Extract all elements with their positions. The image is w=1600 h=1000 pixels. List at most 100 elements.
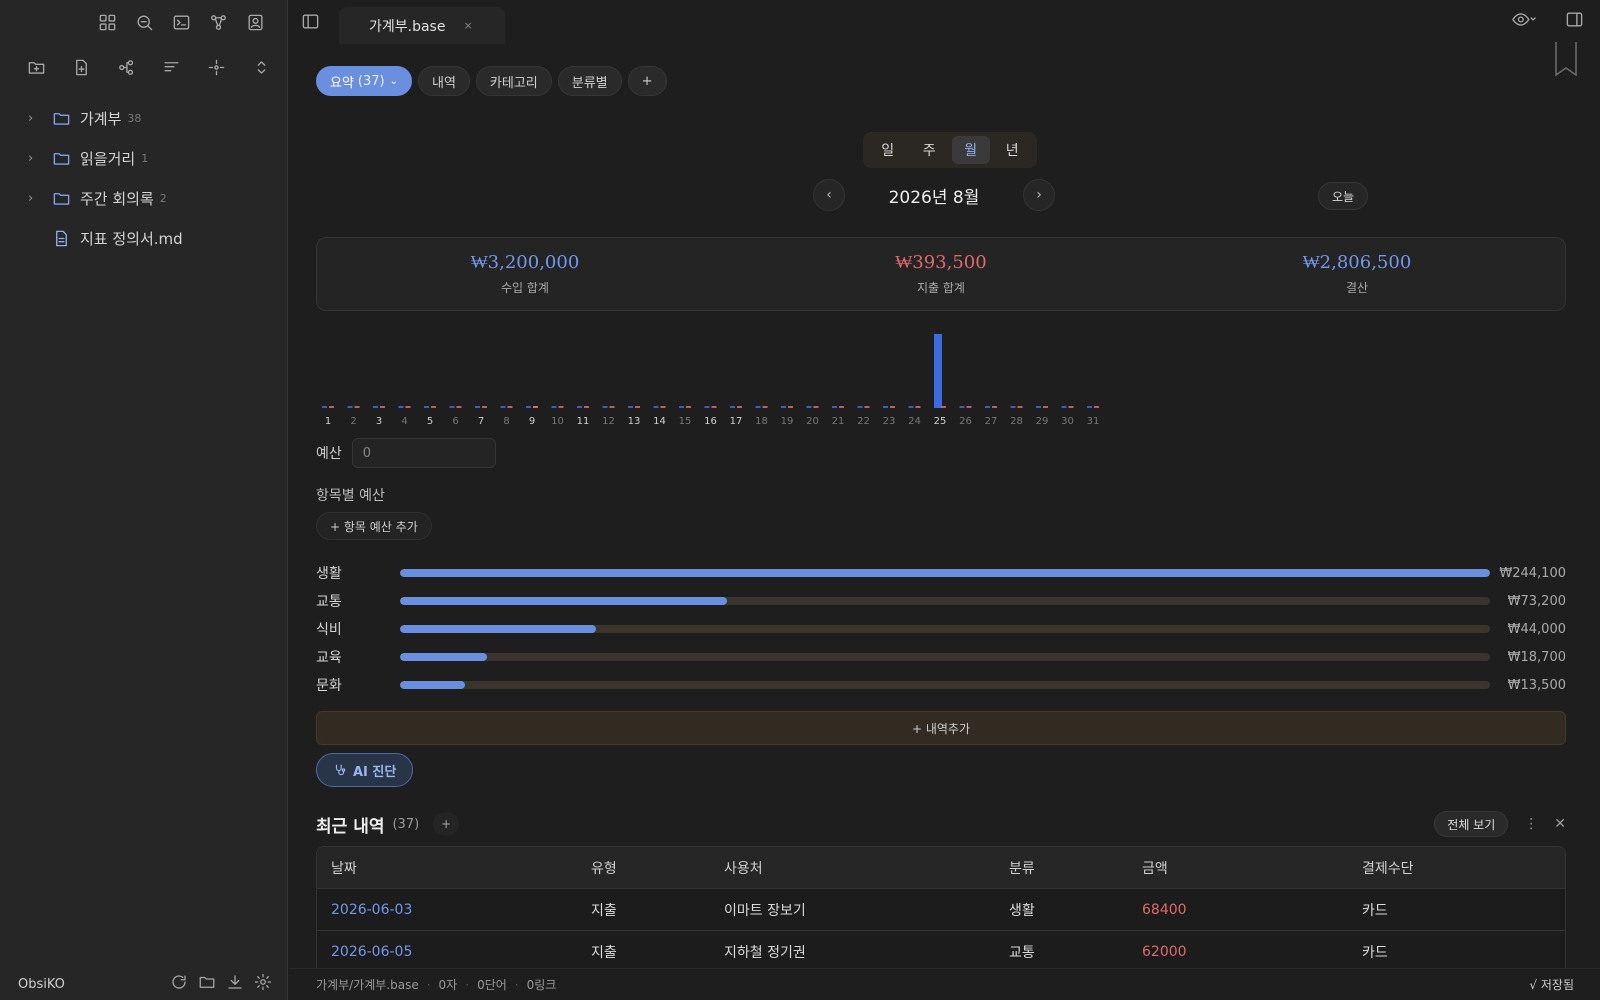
graph-icon[interactable] (206, 10, 230, 34)
category-budget-title: 항목별 예산 (316, 488, 385, 504)
view-tab-category[interactable]: 카테고리 (475, 66, 552, 96)
chevron-right-icon[interactable]: › (28, 151, 42, 166)
chart-bar (456, 406, 462, 408)
more-options-icon[interactable]: ⋮ (1524, 816, 1538, 832)
recent-add-button[interactable]: + (433, 812, 460, 836)
save-status: √ 저장됨 (1529, 978, 1574, 992)
chart-bar (839, 406, 844, 408)
chart-bar (424, 406, 429, 408)
chart-bar (475, 406, 480, 408)
search-zoom-icon[interactable] (132, 10, 156, 34)
ai-diagnosis-button[interactable]: AI 진단 (316, 753, 414, 787)
collapse-icon[interactable] (249, 55, 273, 79)
chart-tick-label: 12 (602, 416, 615, 427)
sort-icon[interactable] (159, 55, 183, 79)
add-category-budget-button[interactable]: + 항목 예산 추가 (316, 512, 432, 540)
tree-file-item[interactable]: 지표 정의서.md (0, 218, 287, 258)
period-day[interactable]: 일 (869, 136, 907, 164)
chevron-right-icon[interactable]: › (28, 191, 42, 206)
chart-tick-label: 27 (985, 416, 998, 427)
folder-icon[interactable] (198, 973, 216, 995)
right-sidebar-toggle-icon[interactable] (1565, 10, 1584, 33)
chart-bar (890, 406, 895, 408)
category-amount: ₩44,000 (1507, 621, 1566, 637)
cell-date[interactable]: 2026-06-05 (317, 944, 591, 960)
column-header[interactable]: 결제수단 (1362, 858, 1565, 878)
chart-bar (482, 406, 487, 408)
today-button[interactable]: 오늘 (1318, 182, 1369, 210)
table-row[interactable]: 2026-06-03 지출 이마트 장보기 생활 68400 카드 (317, 889, 1565, 931)
chart-tick-label: 31 (1087, 416, 1100, 427)
graph-nodes-icon[interactable] (114, 55, 138, 79)
chevron-right-icon[interactable]: › (28, 111, 42, 126)
next-month-button[interactable]: › (1023, 179, 1055, 211)
tab-active[interactable]: 가계부.base × (339, 7, 505, 44)
view-tab-classification[interactable]: 분류별 (557, 66, 622, 96)
sync-icon[interactable] (170, 973, 188, 995)
column-header[interactable]: 유형 (591, 858, 724, 878)
chart-tick-label: 16 (704, 416, 717, 427)
category-track (400, 681, 1490, 689)
view-tab-summary[interactable]: 요약 (37) ⌄ (316, 66, 412, 96)
category-track (400, 569, 1490, 577)
sidebar: › 가계부 38 › 읽을거리 1 › 주간 회의록 2 지표 정의서.md O… (0, 0, 288, 1000)
prev-month-button[interactable]: ‹ (813, 179, 845, 211)
chart-tick-label: 21 (832, 416, 845, 427)
new-folder-icon[interactable] (24, 55, 48, 79)
add-entry-button[interactable]: + 내역추가 (316, 711, 1566, 745)
chart-tick-label: 9 (529, 416, 535, 427)
cell-date[interactable]: 2026-06-03 (317, 902, 591, 918)
tab-close-icon[interactable]: × (463, 19, 472, 32)
column-header[interactable]: 날짜 (317, 858, 591, 878)
download-icon[interactable] (226, 973, 244, 995)
month-navigator: ‹ 2026년 8월 › (813, 179, 1083, 211)
new-file-icon[interactable] (69, 55, 93, 79)
status-separator: · (465, 977, 470, 992)
income-summary: ₩3,200,000 수입 합계 (317, 238, 733, 310)
period-week[interactable]: 주 (910, 136, 948, 164)
chart-tick-label: 3 (376, 416, 382, 427)
chart-bar (941, 406, 946, 408)
chart-tick-label: 25 (934, 416, 947, 427)
reading-view-eye-icon[interactable] (1511, 10, 1537, 33)
contacts-icon[interactable] (243, 10, 267, 34)
table-row[interactable]: 2026-06-05 지출 지하철 정기권 교통 62000 카드 (317, 931, 1565, 973)
column-header[interactable]: 금액 (1142, 858, 1362, 878)
vault-name[interactable]: ObsiKO (18, 977, 65, 992)
tree-folder-item[interactable]: › 주간 회의록 2 (0, 178, 287, 218)
category-amount: ₩13,500 (1507, 677, 1566, 693)
income-total: ₩3,200,000 (470, 252, 580, 273)
chart-tick-label: 10 (551, 416, 564, 427)
view-tab-entries[interactable]: 내역 (418, 66, 470, 96)
tree-folder-item[interactable]: › 읽을거리 1 (0, 138, 287, 178)
budget-input[interactable] (351, 438, 496, 468)
category-track (400, 653, 1490, 661)
chart-bar (704, 406, 710, 408)
period-selector: 일 주 월 년 (863, 132, 1037, 168)
bookmark-icon[interactable] (1554, 42, 1578, 80)
chart-tick-label: 30 (1061, 416, 1074, 427)
add-view-button[interactable]: + (627, 66, 667, 96)
close-icon[interactable]: ✕ (1554, 816, 1566, 832)
table-header-row: 날짜 유형 사용처 분류 금액 결제수단 (317, 847, 1565, 889)
period-month[interactable]: 월 (951, 136, 990, 164)
layout-grid-icon[interactable] (95, 10, 119, 34)
tabbar-actions (1511, 10, 1584, 33)
gear-icon[interactable] (254, 973, 272, 995)
chart-tick-label: 4 (401, 416, 407, 427)
view-all-button[interactable]: 전체 보기 (1434, 811, 1509, 837)
chart-bar (354, 406, 360, 408)
tree-folder-item[interactable]: › 가계부 38 (0, 98, 287, 138)
chart-bar (813, 406, 819, 408)
period-year[interactable]: 년 (993, 136, 1031, 164)
chart-bar (533, 406, 538, 408)
terminal-icon[interactable] (169, 10, 193, 34)
chart-bar (577, 406, 582, 408)
chart-bar (322, 406, 327, 408)
chart-bar (959, 406, 965, 408)
column-header[interactable]: 사용처 (724, 858, 1009, 878)
focus-icon[interactable] (204, 55, 228, 79)
chevron-down-icon[interactable]: ⌄ (390, 76, 398, 87)
sidebar-toggle-icon[interactable] (301, 12, 320, 35)
column-header[interactable]: 분류 (1009, 858, 1142, 878)
